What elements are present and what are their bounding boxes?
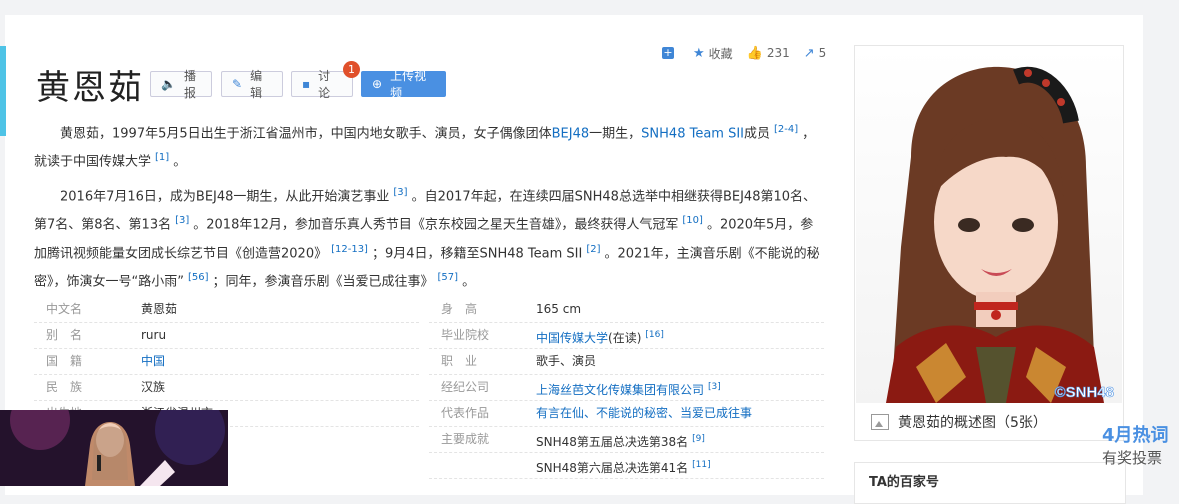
- para-text: 2016年7月16日，成为BEJ48一期生，从此开始演艺事业: [60, 189, 390, 205]
- info-row-alias: 别 名 ruru: [34, 322, 419, 349]
- reference-link[interactable]: [57]: [438, 272, 459, 283]
- ad-line2: 有奖投票: [1102, 449, 1163, 467]
- share-button[interactable]: ↗ 5: [804, 46, 827, 61]
- edit-label: 编辑: [250, 69, 263, 100]
- reference-link[interactable]: [16]: [645, 330, 663, 340]
- discuss-badge: 1: [343, 61, 360, 78]
- like-count: 231: [766, 46, 790, 60]
- info-value: SNH48第五届总决选第38名: [536, 435, 689, 449]
- career-paragraph: 2016年7月16日，成为BEJ48一期生，从此开始演艺事业 [3] 。自2017年…: [34, 181, 820, 294]
- photo-watermark: ©SNH48: [1055, 384, 1114, 401]
- reference-link[interactable]: [3]: [708, 382, 721, 392]
- add-button[interactable]: +: [662, 47, 679, 59]
- info-row-works: 代表作品 有言在仙、不能说的秘密、当爱已成往事: [429, 400, 824, 427]
- speaker-icon: 🔈: [161, 77, 176, 91]
- like-button[interactable]: 👍 231: [747, 46, 790, 61]
- para-text: ；9月4日，移籍至SNH48 Team SII: [371, 245, 583, 261]
- reference-link[interactable]: [56]: [188, 272, 209, 283]
- edit-button[interactable]: ✎ 编辑: [221, 69, 283, 100]
- page-title: 黄恩茹: [36, 68, 144, 108]
- reference-link[interactable]: [3]: [393, 187, 407, 198]
- info-label: 代表作品: [441, 406, 490, 420]
- favorite-label: 收藏: [708, 46, 733, 61]
- baijiahao-panel: TA的百家号: [854, 462, 1126, 504]
- info-label: 民 族: [46, 380, 83, 394]
- favorite-button[interactable]: ★ 收藏: [693, 45, 733, 62]
- info-value: 黄恩茹: [141, 302, 178, 316]
- reference-link[interactable]: [9]: [692, 434, 705, 444]
- info-value: 165 cm: [536, 302, 582, 316]
- nationality-link[interactable]: 中国: [141, 348, 165, 374]
- play-button[interactable]: 🔈 播报: [150, 69, 212, 100]
- upload-video-button[interactable]: ⊕ 上传视频: [361, 69, 446, 100]
- bej48-link[interactable]: BEJ48: [552, 126, 590, 141]
- para-text: 黄恩茹，1997年5月5日出生于浙江省温州市，中国内地女歌手、演员，女子偶像团体: [60, 126, 552, 142]
- pencil-icon: ✎: [232, 77, 243, 91]
- para-text: 一期生，: [589, 126, 642, 142]
- hot-words-vote-ad[interactable]: 4月热词 有奖投票: [1098, 418, 1179, 476]
- accent-bar: [0, 46, 6, 136]
- info-row-achievements-2: SNH48第六届总决选第41名 [11]: [429, 452, 824, 479]
- share-count: 5: [818, 46, 827, 60]
- info-label: 职 业: [441, 354, 478, 368]
- para-text: 。: [173, 154, 187, 170]
- plus-circle-icon: ⊕: [372, 77, 383, 91]
- discuss-label: 讨论: [318, 69, 331, 100]
- summary-photo-card[interactable]: ©SNH48 黄恩茹的概述图（5张）: [854, 45, 1124, 441]
- works-link[interactable]: 有言在仙、不能说的秘密、当爱已成往事: [536, 400, 752, 426]
- discuss-button[interactable]: ▪ 讨论: [291, 69, 353, 100]
- reference-link[interactable]: [2-4]: [774, 124, 798, 135]
- info-label: 身 高: [441, 302, 478, 316]
- info-value: SNH48第六届总决选第41名: [536, 461, 689, 475]
- play-label: 播报: [183, 69, 196, 100]
- reference-link[interactable]: [12-13]: [331, 244, 368, 255]
- reference-link[interactable]: [11]: [692, 460, 710, 470]
- info-row-school: 毕业院校 中国传媒大学(在读) [16]: [429, 322, 824, 349]
- info-row-occupation: 职 业 歌手、演员: [429, 348, 824, 375]
- reference-link[interactable]: [1]: [155, 152, 169, 163]
- share-icon: ↗: [803, 45, 815, 61]
- info-label: 中文名: [46, 302, 83, 316]
- photo-caption[interactable]: 黄恩茹的概述图（5张）: [855, 404, 1123, 440]
- info-row-nationality: 国 籍 中国: [34, 348, 419, 375]
- para-text: 。: [462, 274, 476, 290]
- school-link[interactable]: 中国传媒大学: [536, 331, 608, 345]
- info-label: 国 籍: [46, 354, 83, 368]
- para-text: 。2018年12月，参加音乐真人秀节目《京东校园之星天生音雄》，最终获得人气冠军: [193, 217, 679, 233]
- ad-line1: 4月热词: [1102, 425, 1169, 446]
- chat-icon: ▪: [302, 77, 311, 91]
- panel-title: TA的百家号: [869, 475, 939, 490]
- info-row-height: 身 高 165 cm: [429, 296, 824, 323]
- summary-paragraph: 黄恩茹，1997年5月5日出生于浙江省温州市，中国内地女歌手、演员，女子偶像团体…: [34, 118, 820, 175]
- info-row-agency: 经纪公司 上海丝芭文化传媒集团有限公司 [3]: [429, 374, 824, 401]
- info-label: 经纪公司: [441, 380, 490, 394]
- info-row-ethnicity: 民 族 汉族: [34, 374, 419, 401]
- reference-link[interactable]: [2]: [586, 244, 600, 255]
- info-row-achievements: 主要成就 SNH48第五届总决选第38名 [9]: [429, 426, 824, 453]
- top-actions: + ★ 收藏 👍 231 ↗ 5: [662, 44, 840, 62]
- info-value: 汉族: [141, 380, 166, 394]
- info-value: 歌手、演员: [536, 354, 597, 368]
- info-label: 主要成就: [441, 432, 490, 446]
- team-sii-link[interactable]: SNH48 Team SII: [641, 126, 744, 141]
- info-label: 别 名: [46, 328, 83, 342]
- thumbs-up-icon: 👍: [746, 45, 763, 61]
- star-icon: ★: [693, 45, 705, 61]
- floating-video-player[interactable]: [0, 410, 228, 486]
- info-label: 毕业院校: [441, 328, 490, 342]
- school-status: (在读): [608, 331, 642, 345]
- upload-label: 上传视频: [390, 69, 427, 100]
- para-text: ；同年，参演音乐剧《当爱已成往事》: [212, 274, 434, 290]
- info-row-chinese-name: 中文名 黄恩茹: [34, 296, 419, 323]
- agency-link[interactable]: 上海丝芭文化传媒集团有限公司: [536, 383, 704, 397]
- image-icon: [871, 414, 889, 430]
- portrait-photo[interactable]: ©SNH48: [856, 47, 1122, 403]
- plus-square-icon: +: [662, 46, 674, 59]
- info-value: ruru: [141, 328, 167, 342]
- reference-link[interactable]: [10]: [682, 215, 703, 226]
- caption-text: 黄恩茹的概述图（5张）: [898, 415, 1047, 431]
- para-text: 成员: [744, 126, 771, 142]
- reference-link[interactable]: [3]: [175, 215, 189, 226]
